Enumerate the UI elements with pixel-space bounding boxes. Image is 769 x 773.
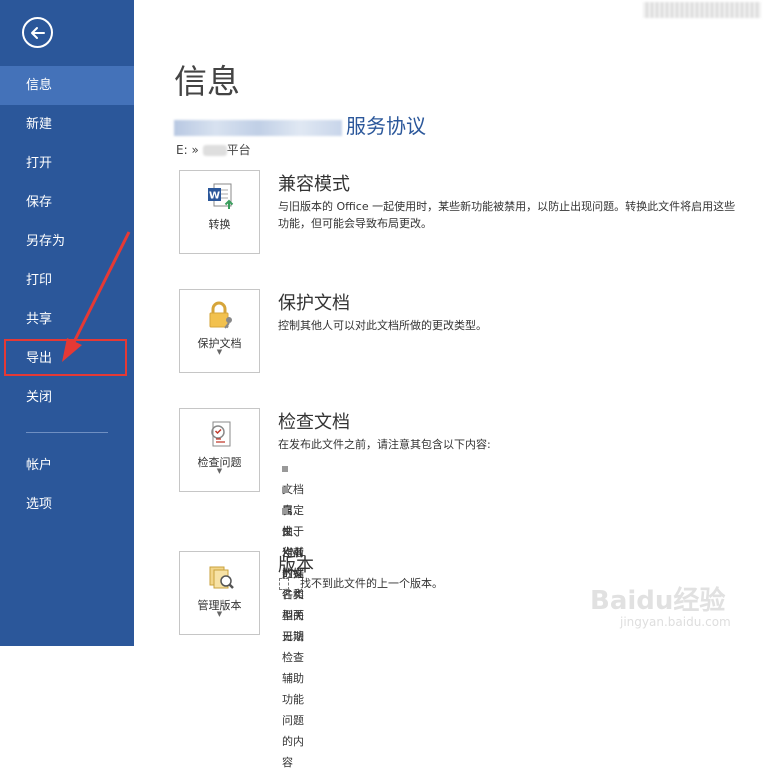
watermark-url: jingyan.baidu.com <box>620 615 731 629</box>
back-arrow-icon <box>30 26 45 39</box>
path-suffix: 平台 <box>226 143 251 157</box>
document-path[interactable]: E: » 平台 <box>176 141 251 158</box>
nav-item-info[interactable]: 信息 <box>0 66 134 105</box>
nav-item-share[interactable]: 共享 <box>0 300 134 339</box>
section-heading: 版本 <box>278 555 314 576</box>
nav-item-save-as[interactable]: 另存为 <box>0 222 134 261</box>
nav-item-new[interactable]: 新建 <box>0 105 134 144</box>
path-prefix: E: » <box>176 143 199 157</box>
svg-text:W: W <box>209 191 220 202</box>
nav-item-close[interactable]: 关闭 <box>0 378 134 417</box>
page-title: 信息 <box>174 62 240 101</box>
section-description: 控制其他人可以对此文档所做的更改类型。 <box>278 319 487 332</box>
backstage-sidebar: 信息 新建 打开 保存 另存为 打印 共享 导出 关闭 帐户 选项 <box>0 0 134 646</box>
dropdown-caret-icon: ▼ <box>216 467 223 475</box>
backstage-nav: 信息 新建 打开 保存 另存为 打印 共享 导出 关闭 帐户 选项 <box>0 66 134 524</box>
nav-item-options[interactable]: 选项 <box>0 485 134 524</box>
manage-versions-icon <box>209 566 234 589</box>
bullet-square-icon <box>282 508 288 514</box>
back-button[interactable] <box>22 17 53 48</box>
list-item: 文档属性、作者的姓名和相关日期 <box>282 458 305 643</box>
document-title-text: 服务协议 <box>346 114 426 138</box>
section-description: 找不到此文件的上一个版本。 <box>279 575 443 591</box>
check-for-issues-button[interactable]: 检查问题 ▼ <box>179 408 260 492</box>
section-description: 在发布此文件之前，请注意其包含以下内容: <box>278 438 491 451</box>
page-icon <box>279 578 289 590</box>
section-heading: 保护文档 <box>278 293 350 314</box>
nav-item-print[interactable]: 打印 <box>0 261 134 300</box>
dropdown-caret-icon: ▼ <box>216 348 223 356</box>
word-convert-icon: W <box>208 183 234 209</box>
section-heading: 检查文档 <box>278 412 350 433</box>
section-heading: 兼容模式 <box>278 174 350 195</box>
convert-button[interactable]: W 转换 <box>179 170 260 254</box>
nav-item-save[interactable]: 保存 <box>0 183 134 222</box>
manage-versions-button[interactable]: 管理版本 ▼ <box>179 551 260 635</box>
nav-item-open[interactable]: 打开 <box>0 144 134 183</box>
annotation-highlight-box <box>4 339 127 376</box>
nav-divider <box>26 432 108 433</box>
protect-document-button[interactable]: 保护文档 ▼ <box>179 289 260 373</box>
lock-key-icon <box>209 301 232 329</box>
bullet-square-icon <box>282 466 288 472</box>
dropdown-caret-icon: ▼ <box>216 610 223 618</box>
info-panel: 信息 服务协议 E: » 平台 W 转换 兼容模式 与旧版本的 Office 一… <box>134 0 769 769</box>
document-title: 服务协议 <box>174 110 426 139</box>
redacted-blur <box>202 145 227 156</box>
section-description: 与旧版本的 Office 一起使用时，某些新功能被禁用，以防止出现问题。转换此文… <box>278 200 736 230</box>
version-text: 找不到此文件的上一个版本。 <box>300 577 443 590</box>
nav-item-account[interactable]: 帐户 <box>0 446 134 485</box>
bullet-square-icon <box>282 487 288 493</box>
redacted-blur <box>174 119 342 136</box>
inspect-document-icon <box>211 421 231 447</box>
convert-label: 转换 <box>208 218 231 231</box>
inspect-bullet-list: 文档属性、作者的姓名和相关日期 自定义 XML 数据 由于当前的文件类型而无法检… <box>282 458 305 769</box>
watermark-logo: Baidu经验 <box>590 586 726 616</box>
